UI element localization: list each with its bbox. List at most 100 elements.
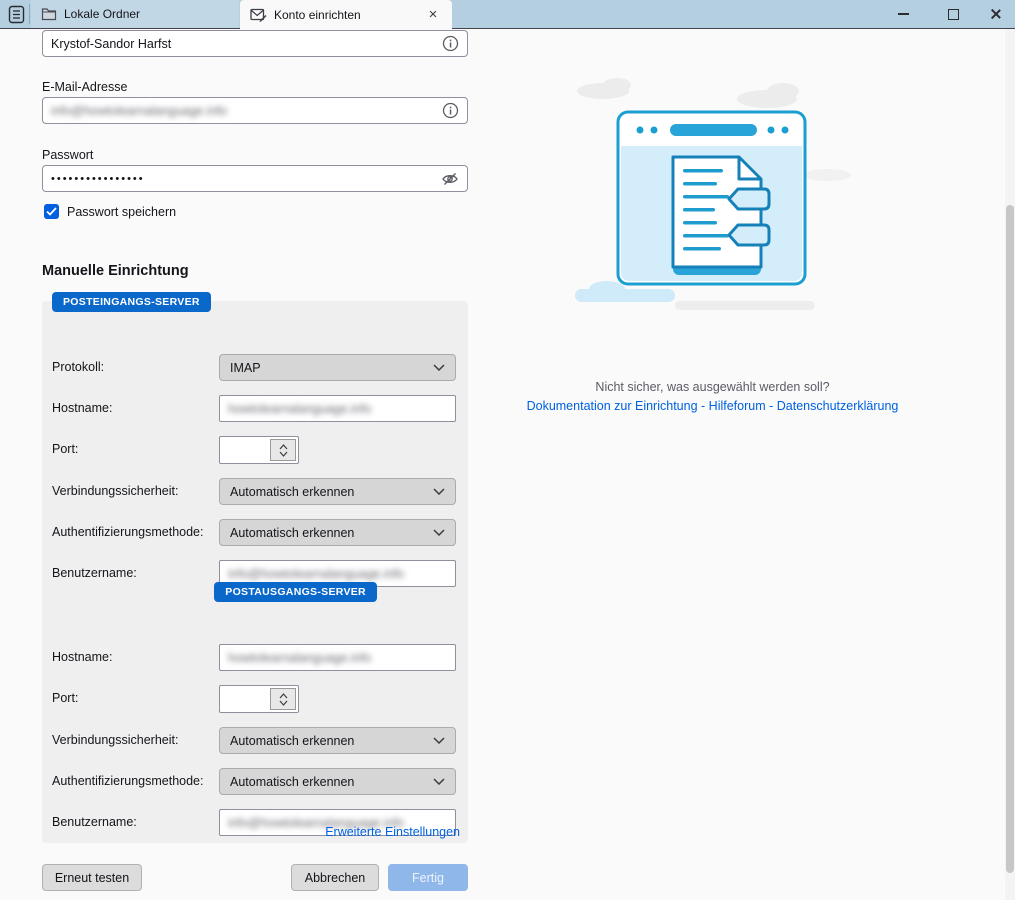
- field-label: Authentifizierungsmethode:: [52, 525, 203, 539]
- outgoing-server-panel: Hostname: howtolearnalanguage.info Port:…: [42, 591, 468, 843]
- retest-button[interactable]: Erneut testen: [42, 864, 142, 891]
- tab-label: Konto einrichten: [274, 8, 361, 22]
- email-value-redacted: info@howtolearnalanguage.info: [51, 104, 436, 118]
- form-row-port: Port:: [42, 436, 468, 463]
- outgoing-server-badge: POSTAUSGANGS-SERVER: [214, 582, 377, 602]
- tab-label: Lokale Ordner: [64, 7, 140, 21]
- selected-value: IMAP: [230, 361, 261, 375]
- port-value: [220, 686, 268, 712]
- help-question: Nicht sicher, was ausgewählt werden soll…: [530, 380, 895, 394]
- spinner-down-icon: [279, 451, 288, 457]
- mail-setup-icon: [250, 8, 267, 22]
- thunderbird-window: { "tabbar": { "tabs": [ { "label": "Loka…: [0, 0, 1015, 900]
- selected-value: Automatisch erkennen: [230, 485, 354, 499]
- scrollbar-thumb[interactable]: [1006, 205, 1014, 873]
- spaces-toolbar-button[interactable]: [4, 3, 28, 25]
- form-row-hostname: Hostname: howtolearnalanguage.info: [42, 395, 468, 422]
- spinner-up-icon: [279, 444, 288, 450]
- password-label: Passwort: [42, 148, 93, 162]
- maximize-icon: [948, 9, 959, 20]
- help-links: Dokumentation zur Einrichtung - Hilfefor…: [510, 399, 915, 413]
- form-row-connection-security: Verbindungssicherheit: Automatisch erken…: [42, 478, 468, 505]
- minimize-button[interactable]: [883, 0, 923, 28]
- field-label: Verbindungssicherheit:: [52, 484, 178, 498]
- port-spinner[interactable]: [270, 439, 296, 461]
- password-masked-value: ••••••••••••••••: [51, 173, 435, 185]
- form-row-auth-method: Authentifizierungsmethode: Automatisch e…: [42, 768, 468, 795]
- folder-icon: [41, 7, 57, 21]
- form-row-connection-security: Verbindungssicherheit: Automatisch erken…: [42, 727, 468, 754]
- incoming-security-select[interactable]: Automatisch erkennen: [219, 478, 456, 505]
- link-separator: -: [701, 399, 705, 413]
- username-value-redacted: info@howtolearnalanguage.info: [228, 567, 404, 581]
- link-separator: -: [769, 399, 773, 413]
- remember-password-row: Passwort speichern: [44, 204, 176, 219]
- hostname-value-redacted: howtolearnalanguage.info: [228, 651, 371, 665]
- setup-illustration: [555, 45, 870, 320]
- spinner-down-icon: [279, 700, 288, 706]
- tab-close-icon[interactable]: ×: [424, 6, 442, 24]
- help-forum-link[interactable]: Hilfeforum: [709, 399, 766, 413]
- tab-separator: [29, 4, 30, 24]
- form-row-hostname: Hostname: howtolearnalanguage.info: [42, 644, 468, 671]
- form-row-port: Port:: [42, 685, 468, 712]
- tab-konto-einrichten[interactable]: Konto einrichten ×: [240, 0, 452, 29]
- field-label: Port:: [52, 442, 78, 456]
- outgoing-security-select[interactable]: Automatisch erkennen: [219, 727, 456, 754]
- incoming-auth-select[interactable]: Automatisch erkennen: [219, 519, 456, 546]
- privacy-policy-link[interactable]: Datenschutzerklärung: [777, 399, 899, 413]
- setup-form: E-Mail-Adresse info@howtolearnalanguage.…: [42, 29, 468, 900]
- account-setup-pane: E-Mail-Adresse info@howtolearnalanguage.…: [0, 29, 1015, 900]
- remember-password-checkbox[interactable]: [44, 204, 59, 219]
- incoming-hostname-input[interactable]: howtolearnalanguage.info: [219, 395, 456, 422]
- field-label: Hostname:: [52, 401, 112, 415]
- field-label: Benutzername:: [52, 566, 137, 580]
- field-label: Authentifizierungsmethode:: [52, 774, 203, 788]
- selected-value: Automatisch erkennen: [230, 775, 354, 789]
- fullname-input[interactable]: [51, 37, 436, 51]
- remember-password-label: Passwort speichern: [67, 205, 176, 219]
- port-value: [220, 437, 268, 463]
- maximize-button[interactable]: [933, 0, 973, 28]
- info-icon: [442, 35, 459, 52]
- selected-value: Automatisch erkennen: [230, 526, 354, 540]
- field-label: Port:: [52, 691, 78, 705]
- chevron-down-icon: [433, 778, 445, 785]
- email-field[interactable]: info@howtolearnalanguage.info: [42, 97, 468, 124]
- spaces-icon: [8, 5, 25, 24]
- outgoing-port-input[interactable]: [219, 685, 299, 713]
- documentation-link[interactable]: Dokumentation zur Einrichtung: [527, 399, 698, 413]
- tab-lokale-ordner[interactable]: Lokale Ordner: [31, 0, 239, 28]
- hostname-value-redacted: howtolearnalanguage.info: [228, 402, 371, 416]
- outgoing-hostname-input[interactable]: howtolearnalanguage.info: [219, 644, 456, 671]
- protocol-select[interactable]: IMAP: [219, 354, 456, 381]
- form-row-protocol: Protokoll: IMAP: [42, 354, 468, 381]
- manual-config-heading: Manuelle Einrichtung: [42, 263, 189, 279]
- field-label: Protokoll:: [52, 360, 104, 374]
- incoming-server-panel: Protokoll: IMAP Hostname: howtolearnalan…: [42, 301, 468, 593]
- scrollbar-track[interactable]: [1005, 29, 1015, 900]
- chevron-down-icon: [433, 488, 445, 495]
- incoming-port-input[interactable]: [219, 436, 299, 464]
- info-icon: [442, 102, 459, 119]
- selected-value: Automatisch erkennen: [230, 734, 354, 748]
- advanced-settings-link[interactable]: Erweiterte Einstellungen: [325, 825, 460, 839]
- done-button[interactable]: Fertig: [388, 864, 468, 891]
- check-icon: [46, 207, 57, 216]
- field-label: Hostname:: [52, 650, 112, 664]
- close-icon: [989, 8, 1001, 20]
- fullname-field[interactable]: [42, 30, 468, 57]
- form-row-auth-method: Authentifizierungsmethode: Automatisch e…: [42, 519, 468, 546]
- cancel-button[interactable]: Abbrechen: [291, 864, 379, 891]
- email-label: E-Mail-Adresse: [42, 80, 127, 94]
- password-field[interactable]: ••••••••••••••••: [42, 165, 468, 192]
- chevron-down-icon: [433, 364, 445, 371]
- close-button[interactable]: [975, 0, 1015, 28]
- port-spinner[interactable]: [270, 688, 296, 710]
- spinner-up-icon: [279, 693, 288, 699]
- field-label: Verbindungssicherheit:: [52, 733, 178, 747]
- eye-slash-icon[interactable]: [441, 171, 459, 187]
- outgoing-auth-select[interactable]: Automatisch erkennen: [219, 768, 456, 795]
- chevron-down-icon: [433, 737, 445, 744]
- minimize-icon: [898, 13, 909, 15]
